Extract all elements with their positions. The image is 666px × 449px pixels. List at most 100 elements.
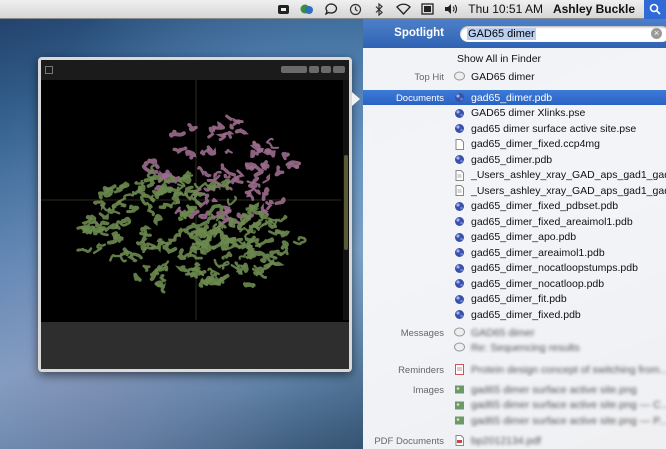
document-result-item[interactable]: gad65_dimer.pdb <box>454 152 666 167</box>
view-mode-button[interactable] <box>309 66 319 73</box>
view-mode-button[interactable] <box>321 66 331 73</box>
document-result-label: gad65_dimer_fixed_pdbset.pdb <box>471 200 619 212</box>
show-all-in-finder[interactable]: Show All in Finder <box>457 53 541 65</box>
document-result-item[interactable]: gad65_dimer_nocatloopstumps.pdb <box>454 261 666 276</box>
pymol-icon <box>455 310 464 319</box>
pymol-icon <box>455 248 464 257</box>
image-result-label: gad65 dimer surface active site.png — P.… <box>471 414 666 427</box>
search-query[interactable]: GAD65 dimer <box>467 28 536 40</box>
pymol-icon <box>455 279 464 288</box>
pymol-icon <box>455 263 464 273</box>
image-result-item[interactable]: gad65 dimer surface active site.png — C.… <box>454 398 666 413</box>
category-documents: Documents <box>395 93 444 104</box>
top-hit-label: GAD65 dimer <box>471 70 535 83</box>
image-icon <box>455 416 464 425</box>
document-result-item[interactable]: gad65_dimer_fixed_pdbset.pdb <box>454 199 666 214</box>
document-result-item[interactable]: gad65 dimer surface active site.pse <box>454 121 666 136</box>
bluetooth-icon[interactable] <box>371 2 387 16</box>
message-result-item[interactable]: GAD65 dimer <box>454 325 666 340</box>
document-result-label: gad65_dimer_fixed.pdb <box>471 308 581 321</box>
pymol-icon <box>455 201 464 211</box>
puzzle-icon[interactable] <box>299 2 315 16</box>
pymol-icon <box>455 232 464 242</box>
document-result-label: gad65_dimer_nocatloop.pdb <box>471 277 605 290</box>
spotlight-menu: Spotlight GAD65 dimer × Show All in Find… <box>363 19 666 449</box>
spotlight-search-field[interactable]: GAD65 dimer × <box>460 26 666 42</box>
document-result-item[interactable]: gad65_dimer.pdb <box>454 90 666 105</box>
quicklook-footer <box>41 322 349 369</box>
document-result-label: gad65_dimer_nocatloopstumps.pdb <box>471 262 638 274</box>
document-result-item[interactable]: gad65_dimer_fixed.ccp4mg <box>454 137 666 152</box>
message-result-label: GAD65 dimer <box>471 326 535 339</box>
quicklook-toolbar <box>41 60 349 80</box>
menu-bar: Thu 10:51 AM Ashley Buckle <box>0 0 666 19</box>
document-result-item[interactable]: gad65_dimer_nocatloop.pdb <box>454 276 666 291</box>
image-result-item[interactable]: gad65 dimer surface active site.png — P.… <box>454 413 666 428</box>
category-messages: Messages <box>400 328 444 339</box>
message-result-item[interactable]: Re: Sequencing results <box>454 340 666 355</box>
chat-icon[interactable] <box>323 2 339 16</box>
quicklook-content <box>41 60 349 369</box>
molecule-viewport[interactable] <box>41 80 341 320</box>
pdf-icon <box>455 435 464 446</box>
document-result-item[interactable]: gad65_dimer_fixed.pdb <box>454 307 666 322</box>
reminder-result-item[interactable]: Protein design concept of switching from… <box>454 362 666 377</box>
quicklook-window <box>38 57 352 372</box>
view-mode-button[interactable] <box>333 66 345 73</box>
document-icon <box>455 138 464 150</box>
text-file-icon <box>455 169 464 181</box>
spotlight-icon[interactable] <box>644 0 666 19</box>
document-result-item[interactable]: gad65_dimer_fixed_areaimol1.pdb <box>454 214 666 229</box>
image-result-item[interactable]: gad65 dimer surface active site.png <box>454 382 666 397</box>
top-hit-item[interactable]: GAD65 dimer <box>454 69 666 84</box>
category-top-hit: Top Hit <box>414 72 444 83</box>
category-images: Images <box>412 385 444 396</box>
quicklook-scroll-thumb[interactable] <box>344 155 348 250</box>
display-icon[interactable] <box>419 2 435 16</box>
preview-pointer <box>352 92 360 106</box>
document-result-item[interactable]: _Users_ashley_xray_GAD_aps_gad1_gad6... <box>454 183 666 198</box>
dropbox-icon[interactable] <box>275 2 291 16</box>
chain-b-ribbon <box>141 114 302 231</box>
pymol-icon <box>455 93 464 102</box>
document-result-item[interactable]: gad65_dimer_areaimol1.pdb <box>454 245 666 260</box>
pdf-result-label: bp2012134.pdf <box>471 434 542 447</box>
message-result-label: Re: Sequencing results <box>471 341 580 354</box>
view-mode-buttons <box>281 66 345 73</box>
document-result-item[interactable]: gad65_dimer_apo.pdb <box>454 230 666 245</box>
document-result-label: _Users_ashley_xray_GAD_aps_gad1_gad6... <box>471 184 666 197</box>
pymol-icon <box>455 124 464 133</box>
document-result-label: gad65 dimer surface active site.pse <box>471 122 637 135</box>
document-result-item[interactable]: GAD65 dimer Xlinks.pse <box>454 106 666 121</box>
messages-icon <box>454 342 465 352</box>
wifi-icon[interactable] <box>395 2 411 16</box>
clear-search-icon[interactable]: × <box>651 28 662 39</box>
document-result-item[interactable]: _Users_ashley_xray_GAD_aps_gad1_gad6... <box>454 168 666 183</box>
pdf-result-item[interactable]: bp2012134.pdf <box>454 433 666 448</box>
pymol-icon <box>455 217 464 226</box>
document-result-label: gad65_dimer_fixed.ccp4mg <box>471 138 600 150</box>
document-result-label: gad65_dimer_fixed_areaimol1.pdb <box>471 215 633 228</box>
document-result-label: _Users_ashley_xray_GAD_aps_gad1_gad6... <box>471 169 666 181</box>
menubar-clock[interactable]: Thu 10:51 AM <box>468 2 543 16</box>
image-icon <box>455 401 464 409</box>
menubar-user[interactable]: Ashley Buckle <box>553 2 635 16</box>
close-icon[interactable] <box>45 66 53 74</box>
time-machine-icon[interactable] <box>347 2 363 16</box>
document-result-label: GAD65 dimer Xlinks.pse <box>471 107 586 119</box>
messages-icon <box>454 327 465 337</box>
document-result-label: gad65_dimer.pdb <box>471 91 553 104</box>
image-result-label: gad65 dimer surface active site.png <box>471 383 637 396</box>
reminder-result-label: Protein design concept of switching from… <box>471 363 666 376</box>
spotlight-title: Spotlight <box>394 27 444 39</box>
document-result-item[interactable]: gad65_dimer_fit.pdb <box>454 292 666 307</box>
document-result-label: gad65_dimer.pdb <box>471 153 553 166</box>
spotlight-header: Spotlight GAD65 dimer × <box>363 19 666 48</box>
pymol-icon <box>455 108 464 118</box>
view-mode-button[interactable] <box>281 66 307 73</box>
protein-structure-image <box>41 80 341 320</box>
document-result-label: gad65_dimer_areaimol1.pdb <box>471 246 605 259</box>
messages-icon <box>454 71 465 81</box>
text-file-icon <box>455 185 464 196</box>
volume-icon[interactable] <box>443 2 459 16</box>
